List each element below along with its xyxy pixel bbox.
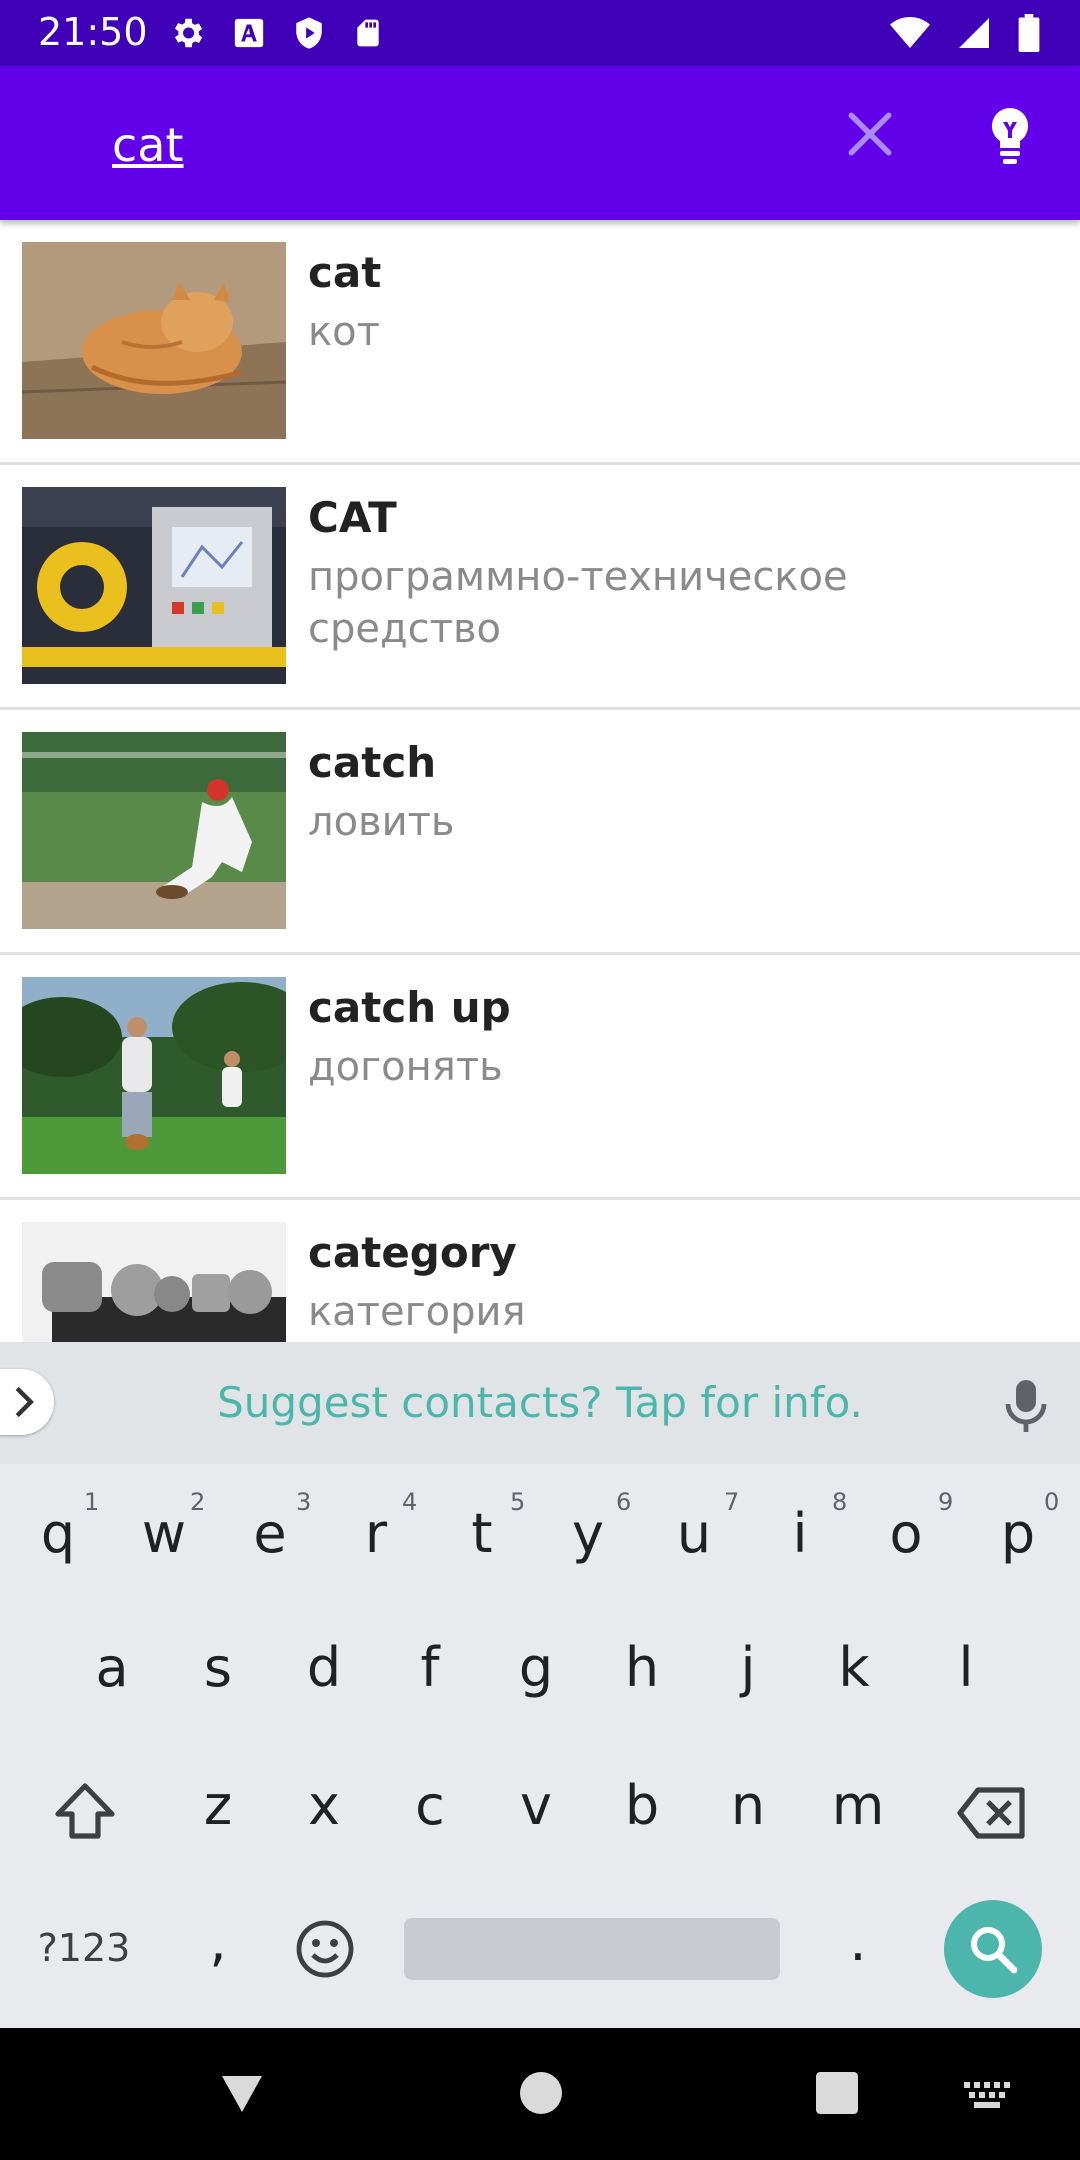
signal-icon (959, 18, 989, 48)
search-input[interactable]: cat (112, 118, 184, 172)
sd-card-icon (357, 19, 379, 47)
wifi-icon (890, 17, 930, 48)
backspace-icon (957, 1787, 1025, 1839)
search-key[interactable] (944, 1900, 1042, 1998)
result-word: category (308, 1228, 517, 1277)
result-translation: догонять (308, 1044, 503, 1090)
key-hint: 7 (724, 1488, 740, 1516)
navigation-bar (0, 2028, 1080, 2160)
emoji-icon (296, 1920, 354, 1978)
tips-button[interactable] (986, 106, 1042, 170)
back-icon[interactable] (218, 2072, 266, 2116)
list-item[interactable]: CAT программно-техническое средство (0, 465, 1080, 710)
voice-input-button[interactable] (1004, 1378, 1048, 1434)
font-a-icon (234, 18, 264, 48)
list-item[interactable]: catch up догонять (0, 955, 1080, 1200)
lightbulb-icon (991, 107, 1029, 164)
key-g[interactable]: g (486, 1636, 586, 1699)
key-hint: 5 (510, 1488, 526, 1516)
key-m[interactable]: m (808, 1774, 908, 1837)
machine-photo (22, 487, 286, 684)
close-icon (848, 112, 892, 156)
key-l[interactable]: l (916, 1636, 1016, 1699)
keyboard-switch-icon[interactable] (964, 2082, 1010, 2108)
emoji-key[interactable] (294, 1918, 356, 1980)
status-icons-left (168, 14, 384, 52)
key-b[interactable]: b (592, 1774, 692, 1837)
key-s[interactable]: s (168, 1636, 268, 1699)
key-a[interactable]: a (62, 1636, 162, 1699)
result-word: catch (308, 738, 437, 787)
key-z[interactable]: z (168, 1774, 268, 1837)
key-d[interactable]: d (274, 1636, 374, 1699)
result-translation: категория (308, 1289, 526, 1335)
suggestion-strip: Suggest contacts? Tap for info. (0, 1342, 1080, 1464)
results-list: cat кот CAT программно-техническое средс… (0, 220, 1080, 1342)
running-photo (22, 977, 286, 1174)
keyboard: Suggest contacts? Tap for info. q w e r … (0, 1342, 1080, 2028)
battery-icon (1018, 14, 1040, 52)
result-translation: кот (308, 309, 380, 355)
key-hint: 6 (616, 1488, 632, 1516)
suggestion-text[interactable]: Suggest contacts? Tap for info. (0, 1378, 1080, 1427)
status-icons-right (890, 14, 1040, 52)
list-item[interactable]: cat кот (0, 220, 1080, 465)
result-word: catch up (308, 983, 511, 1032)
list-item[interactable]: catch ловить (0, 710, 1080, 955)
status-bar: 21:50 (0, 0, 1080, 66)
key-hint: 0 (1044, 1488, 1060, 1516)
recents-icon[interactable] (816, 2072, 858, 2114)
result-translation: программно-техническое средство (308, 554, 848, 652)
result-word: CAT (308, 493, 397, 542)
shift-icon (55, 1783, 115, 1839)
baseball-photo (22, 732, 286, 929)
microphone-icon (1005, 1380, 1047, 1432)
result-translation: ловить (308, 799, 455, 845)
key-n[interactable]: n (698, 1774, 798, 1837)
key-hint: 9 (938, 1488, 954, 1516)
home-icon[interactable] (520, 2072, 562, 2114)
key-c[interactable]: c (380, 1774, 480, 1837)
key-hint: 2 (190, 1488, 206, 1516)
key-h[interactable]: h (592, 1636, 692, 1699)
search-icon (971, 1927, 1018, 1974)
backspace-key[interactable] (956, 1786, 1028, 1840)
key-hint: 3 (296, 1488, 312, 1516)
key-period[interactable]: . (808, 1910, 908, 1973)
clear-search-button[interactable] (842, 106, 898, 162)
status-time: 21:50 (38, 10, 148, 54)
shift-key[interactable] (52, 1780, 118, 1842)
key-hint: 4 (402, 1488, 418, 1516)
key-hint: 8 (832, 1488, 848, 1516)
objects-photo (22, 1222, 286, 1342)
list-item[interactable]: category категория (0, 1200, 1080, 1342)
cat-photo (22, 242, 286, 439)
space-key[interactable] (404, 1918, 780, 1980)
key-k[interactable]: k (804, 1636, 904, 1699)
key-f[interactable]: f (380, 1636, 480, 1699)
key-hint: 1 (84, 1488, 100, 1516)
result-word: cat (308, 248, 382, 297)
settings-icon (174, 18, 203, 48)
key-x[interactable]: x (274, 1774, 374, 1837)
key-v[interactable]: v (486, 1774, 586, 1837)
symbols-key[interactable]: ?123 (14, 1926, 154, 1970)
key-j[interactable]: j (698, 1636, 798, 1699)
app-bar: cat (0, 66, 1080, 220)
key-comma[interactable]: , (168, 1910, 268, 1973)
play-protect-icon (296, 17, 322, 49)
